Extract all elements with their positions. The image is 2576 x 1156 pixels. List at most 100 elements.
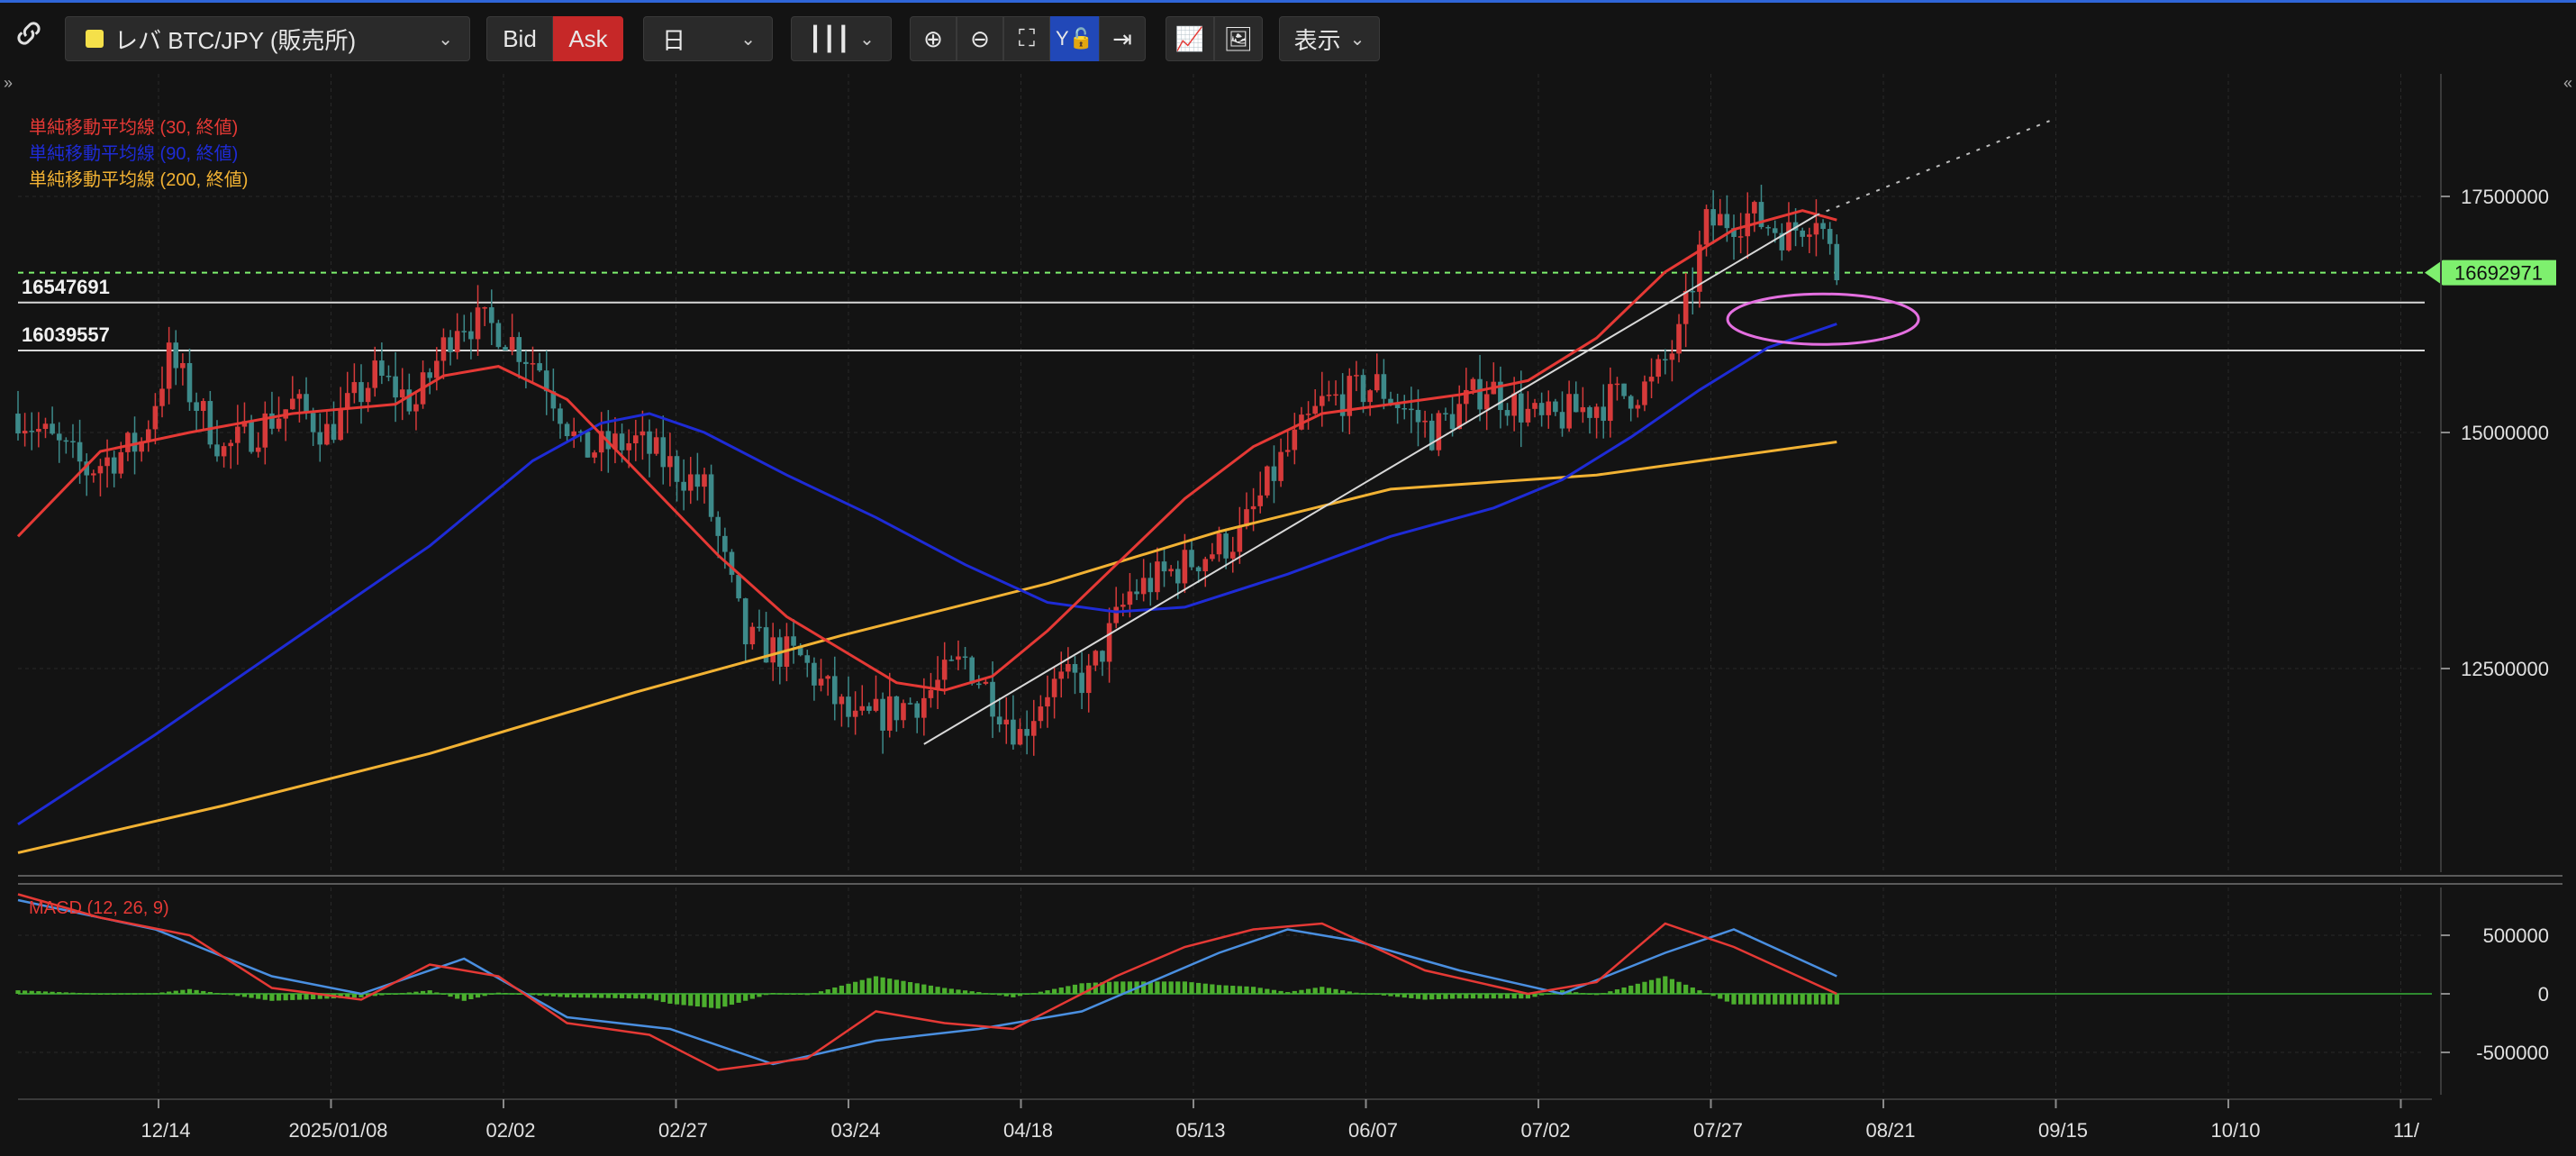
candle-body <box>1573 394 1579 413</box>
price-chart[interactable]: 16547691 16039557 16692971 » « 17500000 15000… <box>0 72 2576 1151</box>
candle-body <box>1422 420 1428 423</box>
candle-body <box>475 307 481 340</box>
screenshot-button[interactable]: 🖼 <box>1214 16 1263 61</box>
macd-histogram-bar <box>1052 988 1057 994</box>
macd-histogram-bar <box>1491 994 1496 999</box>
candle-body <box>1051 678 1057 697</box>
legend-item: 単純移動平均線 (90, 終値) <box>29 143 238 164</box>
scroll-latest-button[interactable]: ⇥ <box>1099 16 1146 61</box>
chart-type-selector[interactable]: ┃┃┃ ⌄ <box>791 16 892 61</box>
macd-histogram-bar <box>1648 979 1655 994</box>
macd-histogram-bar <box>873 976 879 994</box>
macd-histogram-bar <box>1155 981 1160 994</box>
add-indicator-button[interactable]: 📈 <box>1166 16 1214 61</box>
candle-body <box>97 466 104 474</box>
macd-histogram-bar <box>173 990 178 994</box>
macd-histogram-bar <box>241 994 248 997</box>
macd-histogram-bar <box>1828 994 1833 1005</box>
macd-histogram-bar <box>626 994 631 999</box>
candle-body <box>1553 401 1558 413</box>
display-menu-button[interactable]: 表示 ⌄ <box>1279 16 1380 61</box>
candle-body <box>1648 377 1655 382</box>
macd-histogram-bar <box>104 993 110 995</box>
chart-area[interactable]: 16547691 16039557 16692971 » « 17500000 15000… <box>0 72 2576 1151</box>
candle-body <box>852 710 858 717</box>
candle-body <box>344 393 350 409</box>
macd-histogram-bar <box>50 991 55 994</box>
macd-histogram-bar <box>948 988 954 994</box>
macd-histogram-bar <box>1409 994 1414 998</box>
candle-body <box>1737 236 1744 238</box>
bid-button[interactable]: Bid <box>486 16 553 61</box>
macd-histogram-bar <box>956 989 961 994</box>
candle-body <box>111 457 117 474</box>
zoom-in-button[interactable]: ⊕ <box>910 16 957 61</box>
candle-body <box>1683 290 1689 324</box>
macd-histogram-bar <box>70 992 76 994</box>
candle-body <box>159 388 165 406</box>
ask-button[interactable]: Ask <box>553 16 623 61</box>
candle-body <box>1655 359 1661 378</box>
link-icon[interactable] <box>13 17 45 50</box>
macd-tick-label: -500000 <box>2476 1042 2549 1064</box>
candle-body <box>200 401 206 412</box>
timeframe-selector[interactable]: 日 ⌄ <box>643 16 773 61</box>
macd-histogram-bar <box>798 994 803 995</box>
macd-histogram-bar <box>1161 981 1167 994</box>
zoom-out-button[interactable]: ⊖ <box>957 16 1003 61</box>
candle-body <box>434 360 440 378</box>
candle-body <box>1326 395 1332 396</box>
time-tick-label: 08/21 <box>1865 1119 1915 1142</box>
macd-histogram-bar <box>1210 984 1215 994</box>
candle-body <box>1024 729 1029 736</box>
candle-body <box>351 382 358 394</box>
time-tick-label: 02/27 <box>658 1119 708 1142</box>
macd-histogram-bar <box>235 994 240 997</box>
candle-body <box>585 432 591 458</box>
candle-body <box>921 697 927 718</box>
candle-body <box>255 447 261 452</box>
candle-body <box>1168 569 1174 572</box>
macd-histogram-bar <box>777 993 783 995</box>
time-tick-label: 02/02 <box>485 1119 535 1142</box>
macd-histogram-bar <box>139 993 144 995</box>
macd-histogram-bar <box>125 993 131 995</box>
macd-histogram-bar <box>1484 994 1490 999</box>
macd-histogram-bar <box>461 994 467 1001</box>
arrow-to-end-icon: ⇥ <box>1112 24 1132 52</box>
candle-body <box>1250 505 1256 510</box>
macd-histogram-bar <box>112 993 117 995</box>
y-axis-lock-button[interactable]: Y🔓 <box>1050 16 1099 61</box>
candle-body <box>1807 234 1812 237</box>
macd-histogram-bar <box>1470 994 1476 999</box>
macd-histogram-bar <box>434 992 440 994</box>
macd-histogram-bar <box>1374 994 1380 996</box>
candle-body <box>715 516 721 536</box>
legend-item: 単純移動平均線 (200, 終値) <box>29 169 248 190</box>
symbol-selector[interactable]: レバ BTC/JPY (販売所) ⌄ <box>65 16 470 61</box>
price-tick-label: 12500000 <box>2461 658 2549 680</box>
candle-body <box>36 429 41 432</box>
candle-body <box>1772 228 1778 233</box>
macd-histogram-bar <box>269 994 275 1001</box>
macd-histogram-bar <box>969 991 975 994</box>
candle-body <box>859 705 866 711</box>
candle-body <box>1504 410 1510 416</box>
candle-body <box>296 394 303 399</box>
macd-histogram-bar <box>592 994 597 998</box>
macd-histogram-bar <box>296 994 303 1000</box>
macd-histogram-bar <box>1401 994 1407 998</box>
macd-histogram-bar <box>1574 992 1579 994</box>
macd-histogram-bar <box>846 983 851 994</box>
macd-histogram-bar <box>249 994 254 998</box>
candle-body <box>503 347 508 350</box>
chevron-down-icon: ⌄ <box>438 29 453 50</box>
macd-histogram-bar <box>91 993 96 995</box>
time-tick-label: 10/10 <box>2210 1119 2260 1142</box>
macd-histogram-bar <box>962 990 968 994</box>
macd-histogram-bar <box>1271 989 1277 994</box>
macd-histogram-bar <box>1292 990 1297 994</box>
macd-histogram-bar <box>1011 994 1016 997</box>
macd-histogram-bar <box>15 990 21 994</box>
fit-button[interactable]: ⛶ <box>1003 16 1050 61</box>
